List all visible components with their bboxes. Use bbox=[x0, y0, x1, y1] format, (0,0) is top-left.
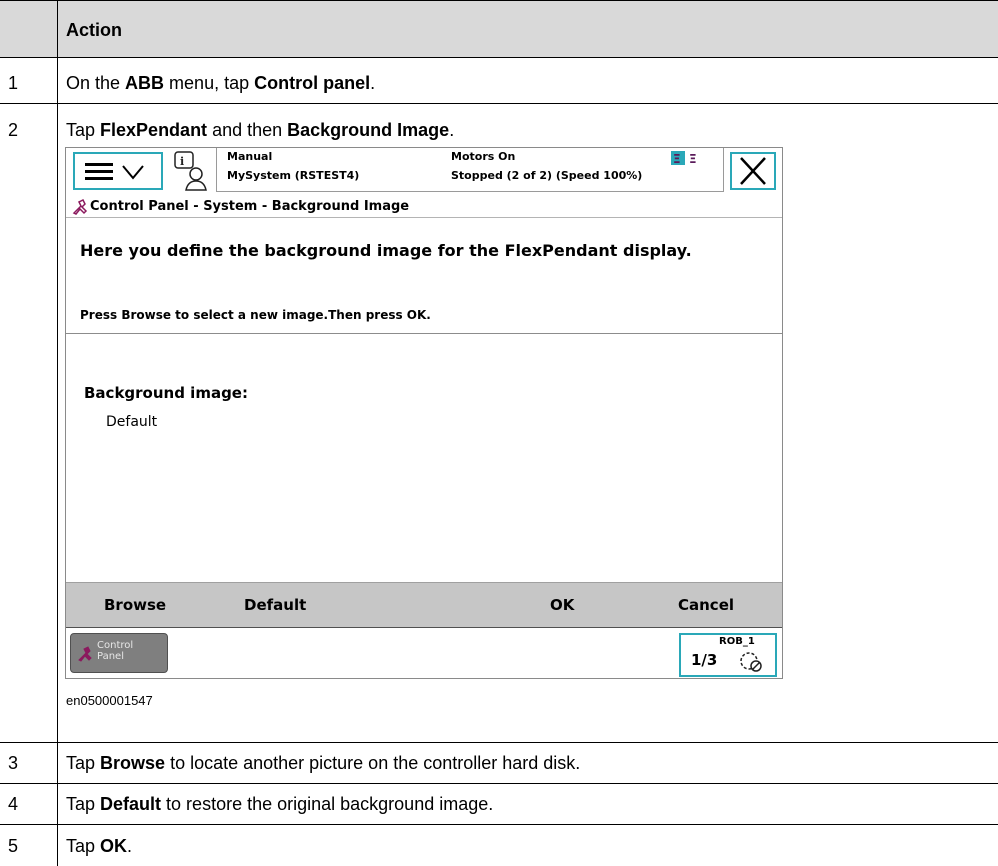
program-state: Stopped (2 of 2) (Speed 100%) bbox=[451, 169, 643, 182]
step-text: Tap OK. bbox=[66, 836, 133, 856]
operating-mode: Manual bbox=[227, 150, 273, 163]
step-number: 1 bbox=[0, 58, 58, 103]
task-label: Control Panel bbox=[97, 640, 134, 662]
rob-label: ROB_1 bbox=[719, 636, 755, 647]
step-text: Tap FlexPendant and then Background Imag… bbox=[66, 120, 455, 140]
info-event-icon[interactable]: i bbox=[174, 150, 210, 192]
background-image-value: Default bbox=[106, 414, 158, 430]
status-bar: i Manual MySystem (RSTEST4) Motors On St… bbox=[66, 148, 782, 196]
svg-text:i: i bbox=[180, 155, 184, 168]
step-number: 5 bbox=[0, 825, 58, 866]
command-bar: Browse Default OK Cancel bbox=[66, 582, 782, 628]
motors-state: Motors On bbox=[451, 150, 516, 163]
table-row: 3 Tap Browse to locate another picture o… bbox=[0, 743, 998, 784]
figure-caption: en0500001547 bbox=[66, 693, 153, 708]
svg-text:Ξ: Ξ bbox=[689, 152, 697, 166]
taskbar: Control Panel ROB_1 1/3 bbox=[66, 629, 782, 678]
view-description: Here you define the background image for… bbox=[80, 241, 692, 260]
step-text: On the ABB menu, tap Control panel. bbox=[66, 73, 376, 93]
browse-button[interactable]: Browse bbox=[104, 596, 166, 614]
close-button[interactable] bbox=[730, 152, 776, 190]
task-fraction: 1/3 bbox=[691, 651, 718, 669]
breadcrumb: Control Panel - System - Background Imag… bbox=[66, 196, 782, 218]
table-row: 4 Tap Default to restore the original ba… bbox=[0, 784, 998, 825]
close-icon bbox=[740, 157, 766, 185]
breadcrumb-text: Control Panel - System - Background Imag… bbox=[90, 199, 410, 214]
quickset-icon bbox=[740, 652, 762, 672]
system-name: MySystem (RSTEST4) bbox=[227, 169, 360, 182]
step-text: Tap Default to restore the original back… bbox=[66, 794, 494, 814]
cancel-button[interactable]: Cancel bbox=[678, 596, 734, 614]
table-header: Action bbox=[0, 0, 998, 58]
svg-text:Ξ: Ξ bbox=[673, 152, 681, 166]
ok-button[interactable]: OK bbox=[550, 596, 574, 614]
table-row: 1 On the ABB menu, tap Control panel. bbox=[0, 58, 998, 104]
step-number: 3 bbox=[0, 743, 58, 783]
robot-status-icon: Ξ Ξ bbox=[671, 151, 697, 166]
header-action: Action bbox=[66, 20, 122, 40]
default-button[interactable]: Default bbox=[244, 596, 306, 614]
header-num-cell bbox=[0, 1, 58, 57]
abb-menu-button[interactable] bbox=[73, 152, 163, 190]
status-box[interactable]: Manual MySystem (RSTEST4) Motors On Stop… bbox=[216, 148, 724, 192]
step-number: 4 bbox=[0, 784, 58, 824]
control-panel-task-button[interactable]: Control Panel bbox=[70, 633, 168, 673]
table-row: 5 Tap OK. bbox=[0, 825, 998, 866]
divider bbox=[66, 333, 782, 334]
background-image-label: Background image: bbox=[84, 384, 248, 402]
control-panel-icon bbox=[78, 646, 92, 662]
step-number: 2 bbox=[0, 104, 58, 742]
quickset-button[interactable]: ROB_1 1/3 bbox=[679, 633, 777, 677]
abb-menu-icon bbox=[85, 163, 144, 180]
view-instruction: Press Browse to select a new image.Then … bbox=[80, 308, 431, 322]
flexpendant-screen: i Manual MySystem (RSTEST4) Motors On St… bbox=[65, 147, 783, 679]
step-text: Tap Browse to locate another picture on … bbox=[66, 753, 581, 773]
control-panel-icon bbox=[72, 199, 88, 215]
